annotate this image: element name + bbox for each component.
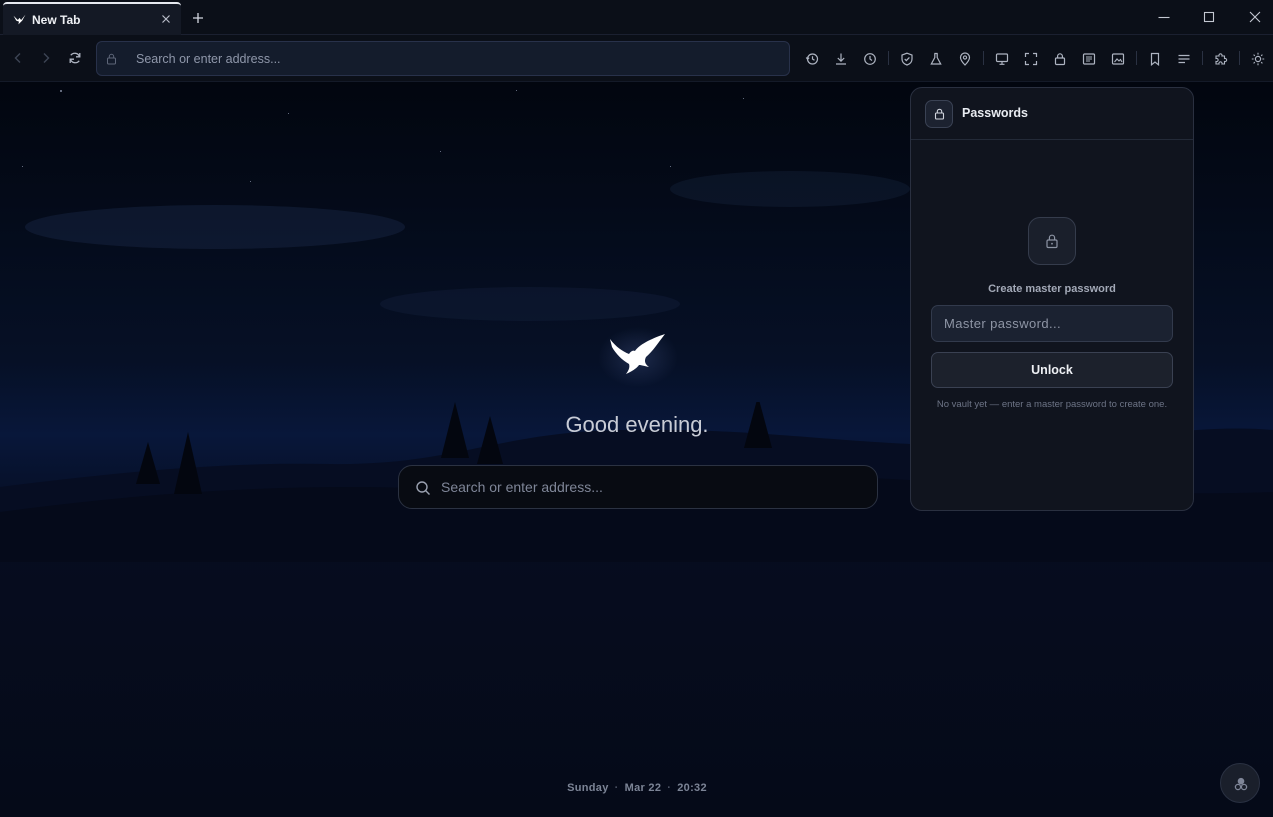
bird-logo-icon	[13, 14, 26, 25]
toolbar-separator	[1202, 51, 1203, 65]
lock-icon[interactable]	[1053, 52, 1067, 66]
greeting-text: Good evening.	[565, 412, 709, 437]
forward-icon[interactable]	[39, 51, 53, 65]
close-window-icon[interactable]	[1248, 10, 1262, 24]
puzzle-icon[interactable]	[1214, 52, 1228, 66]
new-tab-icon[interactable]	[191, 11, 205, 25]
toolbar-separator	[1239, 51, 1240, 65]
clock-icon[interactable]	[863, 52, 877, 66]
reader-icon[interactable]	[1082, 52, 1096, 66]
bookmark-icon[interactable]	[1148, 52, 1162, 66]
passwords-panel: Passwords Create master password Unlock …	[910, 87, 1194, 511]
navigation-bar	[0, 35, 1273, 82]
tab-new-tab[interactable]: New Tab	[3, 2, 181, 35]
toolbar-separator	[1136, 51, 1137, 65]
unlock-button[interactable]: Unlock	[931, 352, 1173, 388]
download-icon[interactable]	[834, 52, 848, 66]
vault-lock-badge	[1028, 217, 1076, 265]
star	[288, 113, 289, 114]
date-text: Mar 22	[624, 782, 662, 794]
menu-lines-icon[interactable]	[1177, 52, 1191, 66]
date-time-display: Sunday · Mar 22 · 20:32	[437, 782, 837, 794]
lock-icon	[1046, 234, 1058, 249]
tab-title: New Tab	[32, 13, 81, 27]
bird-logo-icon	[598, 327, 678, 387]
master-password-input[interactable]	[931, 305, 1173, 342]
address-bar[interactable]	[96, 41, 790, 76]
close-tab-icon[interactable]	[160, 13, 172, 25]
star	[22, 166, 23, 167]
minimize-icon[interactable]	[1157, 10, 1171, 24]
new-tab-search-box[interactable]	[398, 465, 878, 509]
shield-icon[interactable]	[900, 52, 914, 66]
vault-note: No vault yet — enter a master password t…	[936, 399, 1168, 410]
cloud	[25, 205, 405, 249]
separator-dot: ·	[614, 782, 619, 794]
day-text: Sunday	[567, 782, 609, 794]
reload-icon[interactable]	[68, 51, 82, 65]
new-tab-search-input[interactable]	[441, 466, 861, 508]
maximize-icon[interactable]	[1202, 10, 1216, 24]
cloud	[670, 171, 910, 207]
passwords-panel-header: Passwords	[911, 88, 1193, 140]
passwords-title: Passwords	[962, 106, 1029, 120]
address-input[interactable]	[136, 42, 776, 75]
cloud	[380, 287, 680, 321]
bot-icon	[1234, 777, 1248, 791]
search-icon	[416, 481, 430, 495]
browser-logo	[598, 327, 678, 387]
back-icon[interactable]	[11, 51, 25, 65]
history-icon[interactable]	[805, 52, 819, 66]
star	[440, 151, 441, 152]
separator-dot: ·	[667, 782, 672, 794]
fullscreen-icon[interactable]	[1024, 52, 1038, 66]
create-master-password-label: Create master password	[988, 283, 1116, 295]
lock-icon	[934, 108, 945, 120]
toolbar-separator	[983, 51, 984, 65]
image-icon[interactable]	[1111, 52, 1125, 66]
toolbar-separator	[888, 51, 889, 65]
customize-button[interactable]	[1220, 763, 1260, 803]
flask-icon[interactable]	[929, 52, 943, 66]
star	[60, 90, 62, 92]
star	[743, 98, 744, 99]
location-pin-icon[interactable]	[958, 52, 972, 66]
sun-icon[interactable]	[1251, 52, 1265, 66]
title-bar: New Tab	[0, 0, 1273, 35]
star	[250, 181, 251, 182]
lock-icon	[107, 53, 116, 65]
monitor-icon[interactable]	[995, 52, 1009, 66]
passwords-header-icon-box	[925, 100, 953, 128]
time-text: 20:32	[677, 782, 707, 794]
star	[670, 166, 671, 167]
star	[516, 90, 517, 91]
